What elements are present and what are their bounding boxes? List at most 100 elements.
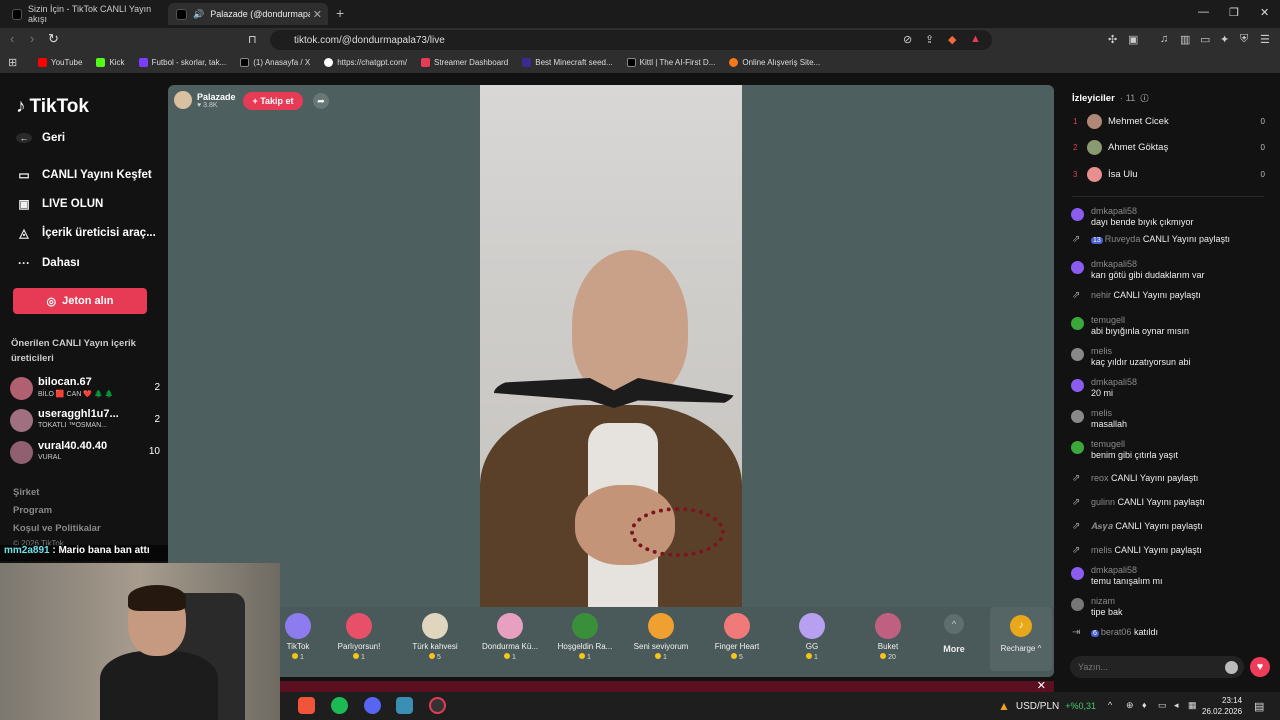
live-stream-player[interactable]: Palazade ♥ 3.8K + Takip et ➦ TikTok 1 Par… xyxy=(168,85,1054,677)
menu-icon[interactable]: ☰ xyxy=(1260,33,1270,46)
leo-ai-icon[interactable]: ✦ xyxy=(1220,33,1229,46)
gift-item[interactable]: Dondurma Kü... 1 xyxy=(472,613,548,661)
bookmark-futbol[interactable]: Futbol - skorlar, tak... xyxy=(138,58,226,67)
usb-icon[interactable]: ⊕ xyxy=(1126,700,1134,711)
bookmark-minecraft[interactable]: Best Minecraft seed... xyxy=(522,58,613,67)
screenshot-icon[interactable]: ▣ xyxy=(1128,33,1138,46)
restore-icon[interactable]: ❐ xyxy=(1229,6,1239,19)
follow-button[interactable]: + Takip et xyxy=(243,92,303,110)
chat-username[interactable]: dmkapali58 xyxy=(1091,259,1137,269)
tab-foryou[interactable]: Sizin İçin - TikTok CANLI Yayın akışı xyxy=(4,3,164,25)
chat-username[interactable]: melis xyxy=(1091,408,1112,418)
nav-more[interactable]: ··· Dahası xyxy=(16,256,80,270)
clock[interactable]: 23:14 26.02.2026 xyxy=(1202,695,1242,717)
tiktok-logo[interactable]: ♪ TikTok xyxy=(16,96,89,118)
mute-site-icon[interactable]: ⊘ xyxy=(903,33,912,46)
close-icon[interactable]: ✕ xyxy=(1037,679,1046,692)
chat-username[interactable]: nehir xyxy=(1091,290,1111,300)
brave-shield-icon[interactable]: ◆ xyxy=(948,33,956,46)
chat-username[interactable]: melis xyxy=(1091,346,1112,356)
extensions-icon[interactable]: ✣ xyxy=(1108,33,1117,46)
buy-coins-button[interactable]: ◎ Jeton alın xyxy=(13,288,147,314)
footer-terms-link[interactable]: Koşul ve Politikalar xyxy=(13,523,101,534)
chevron-up-icon[interactable]: ^ xyxy=(1108,700,1112,710)
info-icon[interactable]: ⓘ xyxy=(1140,93,1148,104)
suggested-creator[interactable]: bilocan.67 BİLO 🟥 CAN ❤️ 🌲 🌲 2 xyxy=(10,376,160,402)
top-viewer[interactable]: 1 Mehmet Cicek 0 xyxy=(1073,112,1265,130)
chat-username[interactable]: reox xyxy=(1091,473,1109,483)
gift-item[interactable]: GG 1 xyxy=(774,613,850,661)
forward-icon[interactable]: › xyxy=(30,31,34,46)
brave-icon[interactable] xyxy=(298,697,315,714)
minimize-icon[interactable]: — xyxy=(1198,6,1209,18)
chat-username[interactable]: Ruveyda xyxy=(1105,234,1141,244)
recharge-button[interactable]: ♪ Recharge ^ xyxy=(990,607,1052,671)
chat-username[interactable]: dmkapali58 xyxy=(1091,206,1137,216)
notifications-icon[interactable]: ▤ xyxy=(1254,700,1264,713)
chat-username[interactable]: dmkapali58 xyxy=(1091,377,1137,387)
spotify-icon[interactable] xyxy=(331,697,348,714)
chat-username[interactable]: gulinn xyxy=(1091,497,1115,507)
sidebar-toggle-icon[interactable]: ▥ xyxy=(1180,33,1190,46)
address-bar[interactable]: tiktok.com/@dondurmapala73/live xyxy=(270,30,992,50)
bookmark-kittl[interactable]: Kittl | The AI-First D... xyxy=(626,58,715,67)
discord-icon[interactable] xyxy=(364,697,381,714)
share-arrow-icon[interactable]: ➦ xyxy=(313,93,329,109)
footer-company-link[interactable]: Şirket xyxy=(13,487,39,498)
app-icon[interactable] xyxy=(396,697,413,714)
back-link[interactable]: ← Geri xyxy=(16,132,65,144)
more-gifts-button[interactable]: ^ More xyxy=(940,614,968,654)
nav-go-live[interactable]: ▣ LIVE OLUN xyxy=(16,197,103,211)
emoji-icon[interactable] xyxy=(1225,661,1238,674)
gift-item[interactable]: Türk kahvesi 5 xyxy=(397,613,473,661)
gift-item[interactable]: Buket 20 xyxy=(850,613,926,661)
suggested-creator[interactable]: useragghl1u7... TOKATLI ™OSMAN... 2 xyxy=(10,408,160,434)
network-icon[interactable]: ▦ xyxy=(1188,700,1197,711)
reload-icon[interactable]: ↻ xyxy=(48,31,59,47)
chat-username[interactable]: temugell xyxy=(1091,315,1125,325)
display-icon[interactable]: ▭ xyxy=(1158,700,1167,711)
bookmark-chatgpt[interactable]: https://chatgpt.com/ xyxy=(324,58,407,67)
chat-username[interactable]: temugell xyxy=(1091,439,1125,449)
bookmark-youtube[interactable]: YouTube xyxy=(38,58,82,67)
speaker-icon[interactable]: ◂ xyxy=(1174,700,1179,711)
tab-palazade[interactable]: 🔊 Palazade (@dondurmapala73 ✕ xyxy=(168,3,328,25)
bookmark-shopping[interactable]: Online Alışveriş Site... xyxy=(729,58,820,67)
obs-icon[interactable] xyxy=(429,697,446,714)
bookmark-streamer-dashboard[interactable]: Streamer Dashboard xyxy=(421,58,508,67)
bookmark-kick[interactable]: Kick xyxy=(96,58,125,67)
bookmark-x[interactable]: (1) Anasayfa / X xyxy=(240,58,310,67)
microphone-icon[interactable]: ♦ xyxy=(1142,700,1147,710)
rewards-icon[interactable]: ▲ xyxy=(970,33,981,45)
chat-username[interactable]: berat06 xyxy=(1101,627,1132,637)
share-page-icon[interactable]: ⇪ xyxy=(925,33,934,46)
wallet-icon[interactable]: ▭ xyxy=(1200,33,1210,46)
close-tab-icon[interactable]: ✕ xyxy=(313,8,322,21)
stock-widget[interactable]: ▲ USD/PLN +%0,31 xyxy=(998,699,1096,713)
gift-item[interactable]: Seni seviyorum 1 xyxy=(623,613,699,661)
heart-like-button[interactable]: ♥ xyxy=(1250,657,1270,677)
media-icon[interactable]: ♫ xyxy=(1160,33,1168,45)
gift-item[interactable]: Finger Heart 5 xyxy=(699,613,775,661)
back-icon[interactable]: ‹ xyxy=(10,31,14,46)
suggested-creator[interactable]: vural40.40.40 VURAL 10 xyxy=(10,440,160,466)
gift-item[interactable]: Parlıyorsun! 1 xyxy=(321,613,397,661)
vpn-icon[interactable]: ⛨ xyxy=(1240,33,1248,46)
chat-username[interactable]: nizam xyxy=(1091,596,1115,606)
chat-input[interactable]: Yazın... xyxy=(1070,656,1244,678)
new-tab-button[interactable]: + xyxy=(336,5,344,21)
top-viewer[interactable]: 3 İsa Ulu 0 xyxy=(1073,165,1265,183)
bookmark-icon[interactable]: ⊓ xyxy=(248,33,257,46)
chat-username[interactable]: 𝑨𝒔𝒚𝒂 xyxy=(1091,521,1113,531)
close-window-icon[interactable]: ✕ xyxy=(1260,6,1269,19)
speaker-icon[interactable]: 🔊 xyxy=(193,9,204,20)
apps-grid-icon[interactable]: ⊞ xyxy=(8,56,17,69)
nav-explore-live[interactable]: ▭ CANLI Yayını Keşfet xyxy=(16,168,151,182)
nav-creator-tools[interactable]: ◬ İçerik üreticisi araç... xyxy=(16,226,155,240)
chat-username[interactable]: dmkapali58 xyxy=(1091,565,1137,575)
top-viewer[interactable]: 2 Ahmet Göktaş 0 xyxy=(1073,138,1265,156)
gift-item[interactable]: Hoşgeldin Ra... 1 xyxy=(547,613,623,661)
chat-username[interactable]: melis xyxy=(1091,545,1112,555)
footer-program-link[interactable]: Program xyxy=(13,505,52,516)
host-info[interactable]: Palazade ♥ 3.8K xyxy=(174,91,236,109)
